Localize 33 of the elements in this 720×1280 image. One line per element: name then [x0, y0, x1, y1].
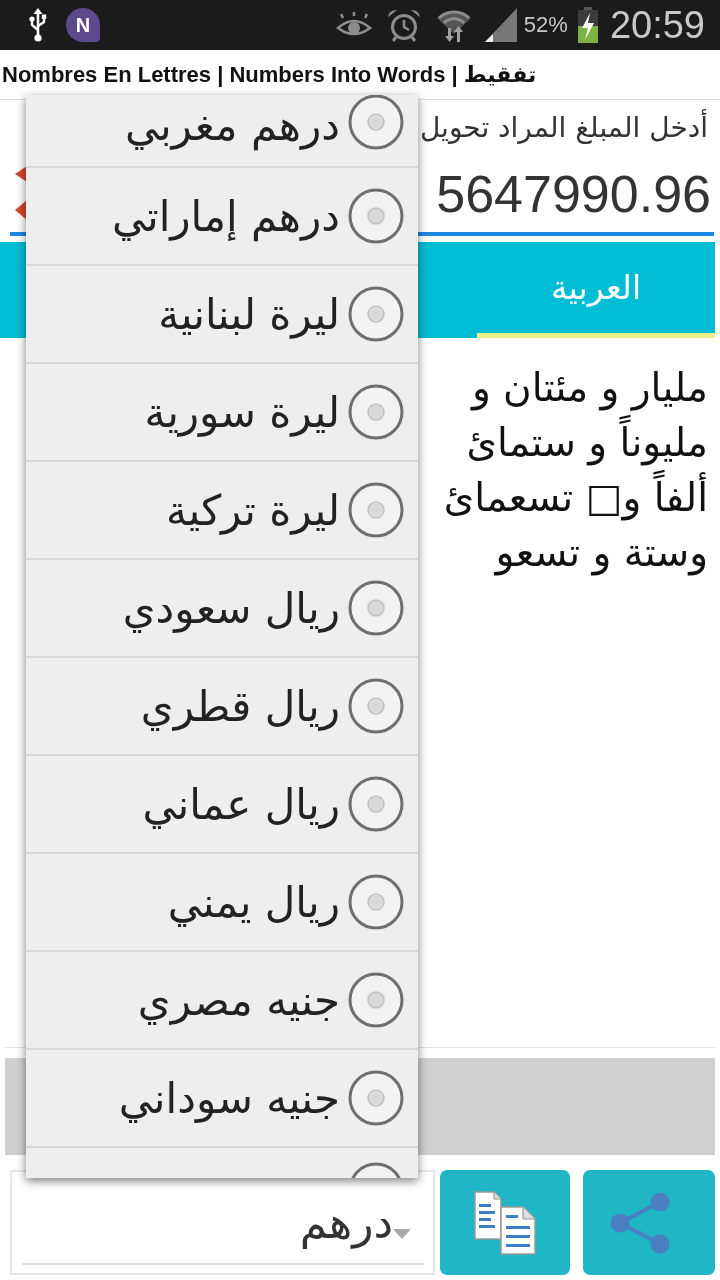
- currency-option[interactable]: ريال يمني: [26, 852, 418, 950]
- share-icon: [609, 1191, 671, 1254]
- currency-dropdown[interactable]: درهم: [10, 1170, 435, 1275]
- currency-option[interactable]: ريال قطري: [26, 656, 418, 754]
- copy-icon: [473, 1190, 537, 1255]
- share-button[interactable]: [583, 1170, 715, 1275]
- currency-option[interactable]: ليرة لبنانية: [26, 264, 418, 362]
- currency-option[interactable]: ليرة سورية: [26, 362, 418, 460]
- app-title: Nombres En Lettres | Numbers Into Words | تفقيط: [2, 61, 537, 88]
- currency-option[interactable]: ليرة تركية: [26, 460, 418, 558]
- currency-option[interactable]: درهم إماراتي: [26, 166, 418, 264]
- notification-badge: N: [66, 8, 100, 42]
- result-text-line: وستة و تسعو: [495, 529, 708, 578]
- alarm-icon: [386, 8, 421, 42]
- battery-icon: [576, 7, 599, 43]
- amount-label: أدخل المبلغ المراد تحويل: [419, 111, 708, 144]
- currency-option[interactable]: درهم مغربي: [26, 95, 418, 166]
- result-text-line: مليوناً و ستمائ: [466, 415, 708, 470]
- result-text-line: مليار و مئتان و: [471, 364, 708, 413]
- result-text-line: ألفاً و□ تسعمائ: [443, 470, 708, 525]
- clock-time: 20:59: [609, 3, 705, 47]
- eye-icon: [335, 12, 372, 38]
- currency-option[interactable]: ريال سعودي: [26, 558, 418, 656]
- wifi-icon: [435, 8, 472, 42]
- usb-icon: [28, 8, 48, 42]
- signal-icon: [484, 8, 517, 42]
- copy-button[interactable]: [440, 1170, 570, 1275]
- currency-option[interactable]: ريال عماني: [26, 754, 418, 852]
- currency-option[interactable]: جنيه مصري: [26, 950, 418, 1048]
- currency-option[interactable]: جنيه سوداني: [26, 1048, 418, 1146]
- caret-icon: [393, 1228, 411, 1239]
- currency-option[interactable]: [26, 1146, 418, 1178]
- battery-percent: 52%: [523, 12, 568, 38]
